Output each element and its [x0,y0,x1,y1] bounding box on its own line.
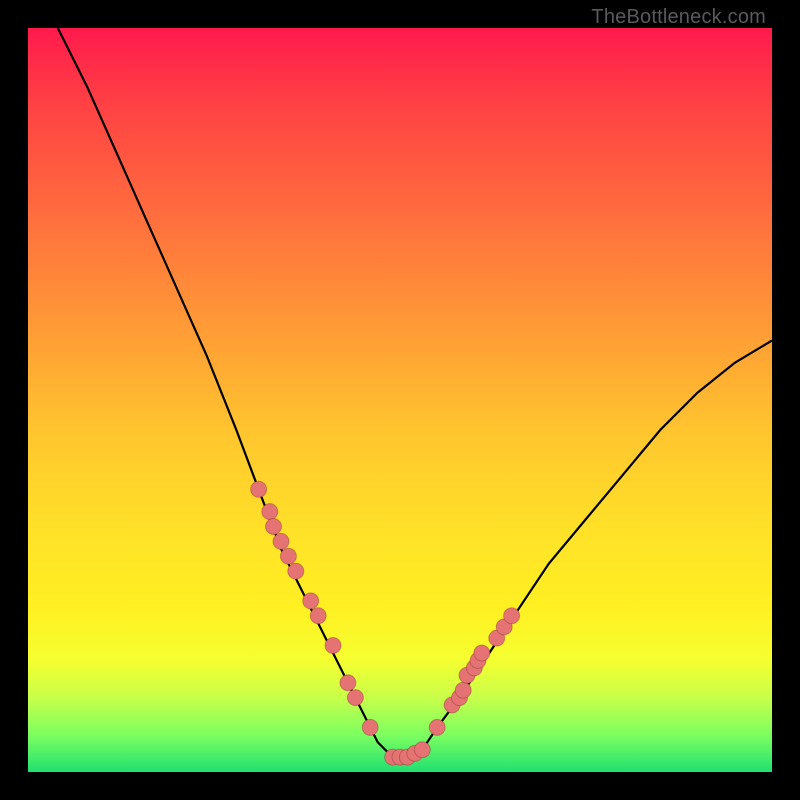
bottleneck-curve [58,28,772,757]
highlight-dot [504,608,520,624]
highlight-dot [251,481,267,497]
highlight-dot [303,593,319,609]
highlight-dot [288,563,304,579]
highlight-dot [414,742,430,758]
highlight-dot [273,533,289,549]
highlight-dot [340,675,356,691]
highlight-dot [455,682,471,698]
highlight-dot [280,548,296,564]
highlight-dot [474,645,490,661]
attribution-label: TheBottleneck.com [591,6,766,29]
highlight-dot [262,504,278,520]
chart-svg [28,28,772,772]
highlight-dot [325,638,341,654]
highlight-dot [266,519,282,535]
highlight-dot [310,608,326,624]
highlight-dots-group [251,481,520,765]
chart-plot-area [28,28,772,772]
highlight-dot [347,690,363,706]
highlight-dot [429,719,445,735]
highlight-dot [362,719,378,735]
